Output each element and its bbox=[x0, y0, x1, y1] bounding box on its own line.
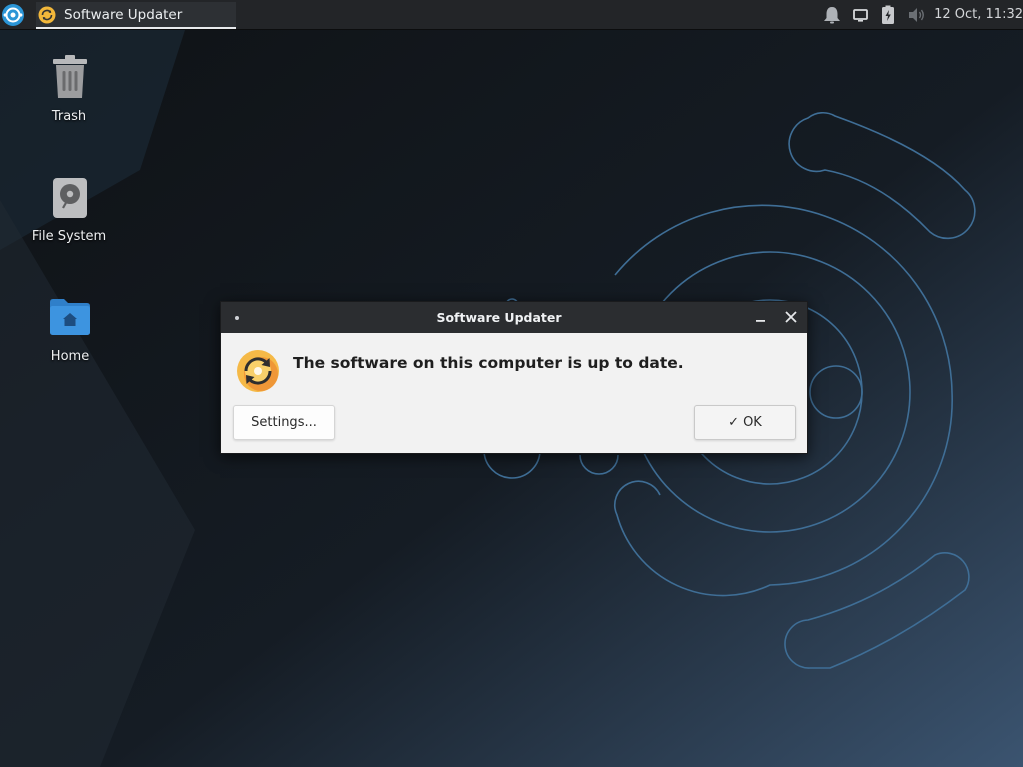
desktop-icon-trash[interactable]: Trash bbox=[19, 52, 119, 132]
taskbar-item-label: Software Updater bbox=[64, 7, 183, 23]
volume-muted-icon[interactable] bbox=[906, 5, 926, 25]
whisker-menu-button[interactable] bbox=[0, 0, 28, 30]
battery-charging-icon[interactable] bbox=[879, 5, 897, 25]
minimize-icon[interactable] bbox=[751, 307, 771, 327]
desktop-icon-label: File System bbox=[31, 229, 107, 244]
settings-button[interactable]: Settings... bbox=[233, 405, 335, 440]
notification-bell-icon[interactable] bbox=[821, 5, 843, 25]
dialog-titlebar[interactable]: Software Updater bbox=[221, 302, 807, 333]
trash-icon bbox=[53, 55, 87, 98]
taskbar-item-software-updater[interactable]: Software Updater bbox=[36, 2, 236, 29]
desktop-icon-home[interactable]: Home bbox=[20, 296, 120, 376]
desktop-icon-file-system[interactable]: File System bbox=[19, 176, 119, 256]
software-updater-dialog: Software Updater The software on this co… bbox=[220, 301, 808, 454]
software-updater-icon bbox=[38, 6, 56, 24]
clock[interactable]: 12 Oct, 11:32 bbox=[934, 7, 1023, 22]
ok-button[interactable]: ✓ OK bbox=[694, 405, 796, 440]
display-icon[interactable] bbox=[852, 5, 870, 25]
ok-button-label: OK bbox=[743, 415, 762, 430]
dialog-title: Software Updater bbox=[436, 310, 562, 325]
drive-icon bbox=[53, 178, 87, 218]
desktop-icon-label: Trash bbox=[51, 109, 87, 124]
home-folder-icon bbox=[50, 299, 90, 335]
close-icon[interactable] bbox=[781, 307, 801, 327]
dialog-message: The software on this computer is up to d… bbox=[293, 354, 684, 372]
checkmark-icon: ✓ bbox=[728, 415, 740, 430]
desktop-icon-label: Home bbox=[50, 349, 90, 364]
software-updater-icon bbox=[237, 350, 279, 392]
top-panel: Software Updater 12 Oct, 11:32 bbox=[0, 0, 1023, 30]
xubuntu-logo-icon bbox=[2, 4, 24, 26]
settings-button-label: Settings... bbox=[251, 415, 317, 430]
